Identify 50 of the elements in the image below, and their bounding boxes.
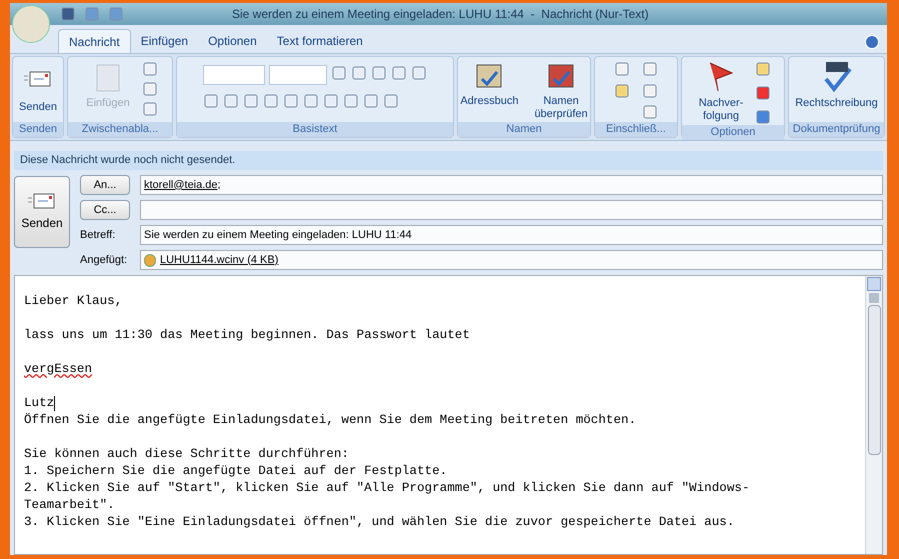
subject-text: Sie werden zu einem Meeting eingeladen: LUHU 11:44 xyxy=(144,228,412,243)
body-text: Lutz xyxy=(24,395,54,412)
link[interactable]: LUHU1144.wcinv (4 KB) xyxy=(160,252,278,268)
ribbon-tab[interactable]: Text formatieren xyxy=(266,29,373,53)
office-button[interactable] xyxy=(12,5,50,43)
scroll-thumb[interactable] xyxy=(868,305,880,455)
body-text: lass uns um 11:30 das Meeting beginnen. Das Passwort lautet xyxy=(24,327,470,344)
input-field[interactable] xyxy=(140,200,883,220)
attachment-field[interactable]: LUHU1144.wcinv (4 KB) xyxy=(140,250,883,270)
group-label: Senden xyxy=(13,122,63,137)
font-size-field[interactable] xyxy=(269,65,327,85)
link[interactable]: ktorell@teia.de; xyxy=(144,176,221,194)
ribbon-button[interactable]: Namen überprüfen xyxy=(530,57,592,122)
body-text: Öffnen Sie die angefügte Einladungsdatei, wenn Sie dem Meeting beitreten möchten. xyxy=(24,412,636,429)
body-text: 2. Klicken Sie auf "Start", klicken Sie auf "Alle Programme", und klicken Sie dann auf "Windows- xyxy=(24,480,750,497)
body-text: 1. Speichern Sie die angefügte Datei auf der Festplatte. xyxy=(24,463,448,480)
info-bar: Diese Nachricht wurde noch nicht gesendet. xyxy=(14,151,883,170)
input-field[interactable]: ktorell@teia.de; xyxy=(140,175,883,195)
body-text: Sie können auch diese Schritte durchführen: xyxy=(24,446,349,463)
field-label: Angefügt: xyxy=(80,252,128,268)
address-button[interactable]: Cc... xyxy=(80,200,130,220)
scrollbar[interactable] xyxy=(865,276,882,554)
envelope-icon xyxy=(24,70,52,88)
send-button[interactable]: Senden xyxy=(14,176,70,248)
group-label: Zwischenabla... xyxy=(68,122,172,137)
message-body[interactable] xyxy=(14,275,883,555)
body-text: vergEssen xyxy=(24,361,92,378)
group-label: Dokumentprüfung xyxy=(789,122,884,137)
font-name-field[interactable] xyxy=(203,65,265,85)
window-title: Sie werden zu einem Meeting eingeladen: LUHU 11:44 - Nachricht (Nur-Text) xyxy=(232,6,649,23)
attachment-icon xyxy=(144,254,156,266)
ribbon-tab[interactable]: Optionen xyxy=(198,29,267,53)
ribbon-tab[interactable]: Einfügen xyxy=(130,29,198,53)
help-icon[interactable] xyxy=(865,35,879,49)
ribbon-button[interactable]: Nachver-folgung xyxy=(694,57,748,125)
field-label: Betreff: xyxy=(80,228,116,243)
envelope-icon xyxy=(28,192,56,210)
ribbon-tab[interactable]: Nachricht xyxy=(58,29,131,53)
group-label: Namen xyxy=(458,122,590,137)
ribbon-button[interactable]: Rechtschreibung xyxy=(791,57,882,122)
group-label: Optionen xyxy=(682,125,784,140)
ribbon-button[interactable]: Senden xyxy=(15,57,61,122)
ribbon-button[interactable]: Adressbuch xyxy=(456,57,522,122)
body-text: Lieber Klaus, xyxy=(24,293,122,310)
address-button[interactable]: An... xyxy=(80,175,130,195)
input-field[interactable]: Sie werden zu einem Meeting eingeladen: LUHU 11:44 xyxy=(140,225,883,245)
group-label: Basistext xyxy=(177,122,453,137)
group-label: Einschließ... xyxy=(595,122,677,137)
body-text: Teamarbeit". xyxy=(24,497,115,514)
body-text: 3. Klicken Sie "Eine Einladungsdatei öffnen", und wählen Sie die zuvor gespeicherte Datei aus. xyxy=(24,514,734,531)
